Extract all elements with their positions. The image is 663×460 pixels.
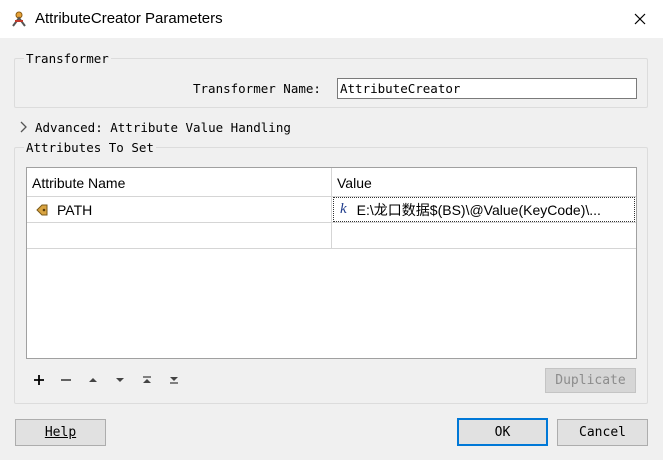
title-bar: AttributeCreator Parameters xyxy=(0,0,663,38)
cancel-button-label: Cancel xyxy=(579,425,626,440)
top-icon xyxy=(143,376,151,383)
advanced-section-label: Advanced: Attribute Value Handling xyxy=(35,119,291,135)
down-icon xyxy=(116,378,124,382)
cancel-button[interactable]: Cancel xyxy=(557,419,648,446)
ok-button-label: OK xyxy=(494,424,511,440)
attribute-name-text: PATH xyxy=(57,202,93,218)
expression-icon[interactable]: k xyxy=(340,201,347,218)
attribute-value-text: E:\龙口数据$(BS)\@Value(KeyCode)\... xyxy=(356,201,601,218)
chevron-right-icon xyxy=(20,121,27,133)
minus-icon xyxy=(61,379,71,381)
bottom-icon xyxy=(170,377,178,384)
transformer-icon xyxy=(10,10,28,28)
transformer-name-input[interactable]: AttributeCreator xyxy=(337,78,637,99)
move-bottom-button[interactable] xyxy=(165,371,183,389)
help-button-label: Help xyxy=(44,425,77,440)
move-up-button[interactable] xyxy=(84,371,102,389)
attributes-table: Attribute Name Value PATH k E:\龙口数据$(BS)… xyxy=(26,167,637,359)
attribute-icon xyxy=(36,204,48,216)
transformer-name-label: Transformer Name: xyxy=(193,81,321,96)
duplicate-button[interactable]: Duplicate xyxy=(545,368,636,393)
attributes-group-legend: Attributes To Set xyxy=(24,140,156,155)
close-icon xyxy=(634,13,646,25)
close-button[interactable] xyxy=(617,0,663,38)
ok-button[interactable]: OK xyxy=(457,418,548,446)
add-row-button[interactable] xyxy=(30,371,48,389)
window-title: AttributeCreator Parameters xyxy=(35,10,223,27)
move-top-button[interactable] xyxy=(138,371,156,389)
table-row[interactable]: PATH k E:\龙口数据$(BS)\@Value(KeyCode)\... xyxy=(27,197,636,223)
advanced-section-toggle[interactable]: Advanced: Attribute Value Handling xyxy=(17,118,291,136)
attribute-name-cell[interactable]: PATH xyxy=(35,202,92,218)
plus-icon xyxy=(34,375,44,385)
transformer-group-legend: Transformer xyxy=(24,51,111,66)
table-row-empty[interactable] xyxy=(27,223,636,249)
up-icon xyxy=(89,378,97,382)
column-header-attribute-name[interactable]: Attribute Name xyxy=(32,175,125,191)
attribute-value-cell[interactable]: k E:\龙口数据$(BS)\@Value(KeyCode)\... xyxy=(333,197,635,222)
move-down-button[interactable] xyxy=(111,371,129,389)
remove-row-button[interactable] xyxy=(57,371,75,389)
help-button[interactable]: Help xyxy=(15,419,106,446)
column-header-value[interactable]: Value xyxy=(337,175,372,191)
